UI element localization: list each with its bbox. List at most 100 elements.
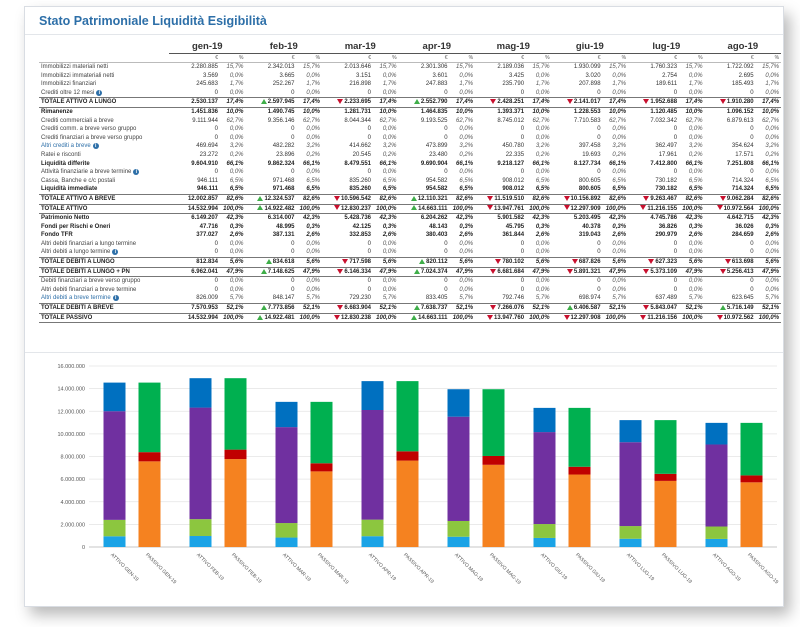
value-text: 3.020: [585, 72, 601, 79]
value-cell: 0: [169, 286, 220, 295]
value-text: 40.378: [582, 223, 601, 230]
percent-cell: 10,0%: [226, 108, 244, 115]
percent-cell: 0,0%: [459, 249, 474, 256]
row-label: TOTALE DEBITI A LUNGO + PN: [39, 266, 169, 278]
value-text: 0: [367, 89, 372, 96]
passivo-bar-segment: [310, 463, 333, 472]
percent-cell: 42,3%: [303, 215, 321, 222]
percent-cell: 100,0%: [449, 203, 476, 215]
row-label-text: Fondo TFR: [41, 232, 73, 239]
table-row: Altri debiti a lungo termine i 0 0,0% 0 0,0% 0…: [39, 248, 781, 257]
value-text: 0: [673, 134, 678, 141]
row-label-text: Altri debiti finanziari a lungo termine: [41, 240, 137, 247]
row-label-text: Liquidità differite: [41, 160, 90, 167]
value-cell: 23.480: [399, 151, 450, 160]
value-cell: 3.601: [399, 72, 450, 81]
value-cell: 0: [628, 89, 679, 98]
value-cell: 0: [475, 89, 526, 98]
value-cell: 5.373.109: [628, 266, 680, 278]
value-text: 637.489: [655, 295, 678, 302]
value-text: 7.024.374: [420, 268, 448, 275]
value-cell: 397.458: [552, 142, 603, 151]
value-cell: 0: [705, 168, 756, 177]
value-cell: 361.844: [475, 231, 526, 240]
value-text: 0: [444, 134, 448, 141]
value-cell: 36.026: [705, 223, 756, 232]
value-cell: 0: [169, 240, 220, 249]
percent-cell: 0,0%: [459, 89, 474, 96]
row-label[interactable]: Altri crediti a breve i: [39, 142, 169, 151]
percent-cell: 6,5%: [535, 186, 550, 193]
attivo-bar-segment: [361, 519, 384, 537]
value-text: 0: [673, 126, 678, 133]
value-cell: 0: [399, 125, 450, 134]
value-cell: 0: [628, 134, 679, 143]
percent-cell: 42,3%: [226, 215, 244, 222]
percent-cell: 0,0%: [612, 169, 627, 176]
percent-cell: 0,0%: [612, 72, 627, 79]
value-text: 0: [444, 286, 448, 293]
row-label: Liquidità immediate: [39, 185, 169, 194]
info-icon[interactable]: i: [96, 89, 103, 96]
attivo-bar-segment: [103, 411, 126, 520]
row-label-text: TOTALE ATTIVO A LUNGO: [41, 99, 117, 106]
attivo-bar-segment: [447, 536, 470, 547]
trend-up-icon: [566, 304, 573, 310]
value-text: 7.570.953: [191, 305, 218, 312]
percent-cell: 100,0%: [220, 203, 246, 215]
percent-cell: 5,7%: [688, 295, 703, 302]
percent-cell: 6,5%: [382, 177, 397, 184]
value-cell: 354.624: [705, 142, 756, 151]
percent-cell: 5,7%: [535, 295, 550, 302]
percent-cell: 0,0%: [535, 286, 550, 293]
attivo-bar-segment: [619, 442, 642, 527]
value-text: 9.690.904: [420, 160, 448, 167]
percent-cell: 3,2%: [382, 143, 397, 150]
passivo-bar-segment: [482, 464, 505, 547]
value-cell: 0: [475, 134, 526, 143]
percent-cell: 0,0%: [229, 169, 244, 176]
value-text: 247.883: [425, 81, 448, 88]
percent-cell: 0,0%: [765, 72, 780, 79]
value-cell: 377.027: [169, 231, 220, 240]
percent-cell: 0,0%: [535, 169, 550, 176]
value-text: 2.530.137: [191, 99, 218, 106]
value-text: 7.148.625: [267, 268, 295, 275]
info-icon[interactable]: i: [92, 143, 99, 150]
y-tick-label: 0: [82, 545, 85, 551]
value-cell: 730.182: [628, 177, 679, 186]
row-label[interactable]: Altri debiti a breve termine i: [39, 294, 169, 303]
passivo-bar-segment: [224, 459, 247, 547]
table-row: Altri debiti a breve termine i 826.009 5,7%…: [39, 294, 781, 303]
value-text: 0: [214, 169, 218, 176]
value-cell: 730.182: [628, 185, 679, 194]
table-row: Immobilizzi finanziari 245.683 1,7% 252.267…: [39, 80, 781, 89]
info-icon[interactable]: i: [133, 169, 140, 176]
percent-cell: 52,1%: [679, 303, 705, 314]
value-text: 4.745.786: [650, 215, 678, 222]
value-text: 10.156.892: [570, 195, 601, 202]
info-icon[interactable]: i: [112, 249, 119, 256]
trend-down-icon: [716, 314, 723, 320]
trend-down-icon: [643, 195, 650, 201]
value-text: 0: [291, 249, 295, 256]
value-text: 848.147: [272, 295, 295, 302]
table-row: Attività finanziarie a breve termine i 0 0,…: [39, 168, 781, 177]
percent-cell: 1,7%: [306, 81, 321, 88]
value-text: 2.141.017: [573, 99, 601, 106]
percent-cell: 0,0%: [459, 72, 474, 79]
value-cell: 1.930.099: [552, 63, 603, 72]
value-cell: 1.393.371: [475, 107, 526, 116]
value-text: 23.480: [429, 151, 448, 158]
value-cell: 245.683: [169, 80, 220, 89]
info-icon[interactable]: i: [112, 295, 119, 302]
value-cell: 12.830.237: [322, 203, 374, 215]
value-cell: 48.995: [246, 223, 297, 232]
table-row: Altri crediti a breve i 469.694 3,2% 482.282…: [39, 142, 781, 151]
trend-up-icon: [411, 205, 418, 211]
percent-cell: 0,0%: [535, 240, 550, 247]
percent-cell: 15,7%: [226, 64, 244, 70]
row-label-text: TOTALE ATTIVO: [41, 205, 88, 212]
trend-down-icon: [487, 205, 494, 211]
attivo-bar-segment: [189, 519, 212, 537]
